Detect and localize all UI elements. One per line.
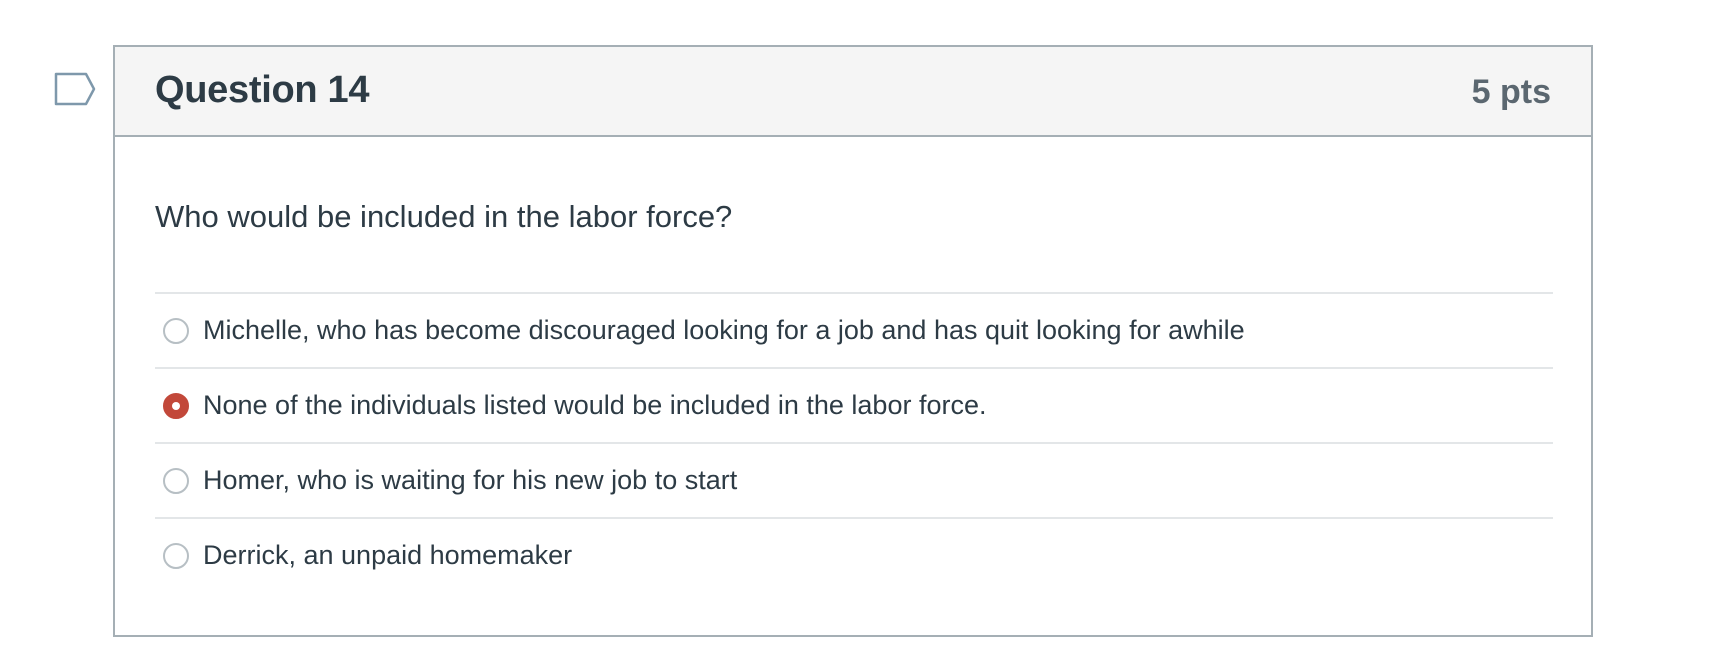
radio-button[interactable] bbox=[163, 392, 189, 419]
question-title: Question 14 bbox=[155, 69, 370, 111]
answer-label[interactable]: None of the individuals listed would be … bbox=[203, 390, 987, 421]
question-text: Who would be included in the labor force… bbox=[155, 199, 733, 234]
flag-question-icon[interactable] bbox=[54, 72, 96, 106]
answer-option[interactable]: None of the individuals listed would be … bbox=[155, 367, 1553, 442]
radio-button[interactable] bbox=[163, 542, 189, 569]
question-points: 5 pts bbox=[1471, 73, 1551, 111]
answer-label[interactable]: Homer, who is waiting for his new job to… bbox=[203, 465, 737, 496]
answer-option[interactable]: Homer, who is waiting for his new job to… bbox=[155, 442, 1553, 517]
answer-label[interactable]: Michelle, who has become discouraged loo… bbox=[203, 315, 1245, 346]
answer-list: Michelle, who has become discouraged loo… bbox=[155, 292, 1553, 592]
answer-label[interactable]: Derrick, an unpaid homemaker bbox=[203, 540, 572, 571]
question-card: Question 14 5 pts Who would be included … bbox=[113, 45, 1593, 637]
answer-option[interactable]: Michelle, who has become discouraged loo… bbox=[155, 292, 1553, 367]
question-header: Question 14 5 pts bbox=[115, 47, 1591, 137]
answer-option[interactable]: Derrick, an unpaid homemaker bbox=[155, 517, 1553, 592]
radio-button[interactable] bbox=[163, 467, 189, 494]
radio-button[interactable] bbox=[163, 317, 189, 344]
